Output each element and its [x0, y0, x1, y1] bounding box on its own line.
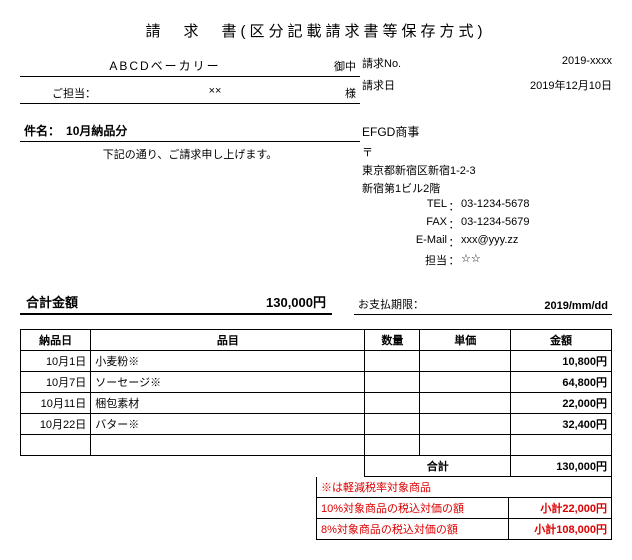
table-row: 10月11日梱包素材 22,000円: [21, 393, 612, 414]
fax-value: 03-1234-5679: [461, 216, 530, 232]
cell-date: 10月7日: [21, 372, 91, 393]
table-row: 10月22日バター※ 32,400円: [21, 414, 612, 435]
header-price: 単価: [420, 330, 511, 351]
cell-date: [21, 435, 91, 456]
cell-qty: [365, 351, 420, 372]
person-label: 担当: [392, 252, 447, 268]
issuer-address2: 新宿第1ビル2階: [362, 180, 612, 196]
invoice-note: 下記の通り、ご請求申し上げます。: [20, 142, 360, 166]
table-row: 10月1日小麦粉※ 10,800円: [21, 351, 612, 372]
cell-item: 小麦粉※: [91, 351, 365, 372]
header-amount: 金額: [511, 330, 612, 351]
client-line: ABCDベーカリー 御中: [20, 55, 360, 77]
table-header-row: 納品日 品目 数量 単価 金額: [21, 330, 612, 351]
email-label: E-Mail: [392, 234, 447, 250]
contact-name: ××: [124, 85, 306, 101]
cell-qty: [365, 372, 420, 393]
sum-label: 合計: [365, 456, 511, 477]
contact-suffix: 様: [306, 85, 356, 101]
cell-price: [420, 351, 511, 372]
cell-amount: [511, 435, 612, 456]
client-contact-line: ご担当： ×× 様: [20, 83, 360, 104]
header-qty: 数量: [365, 330, 420, 351]
client-suffix: 御中: [306, 58, 356, 74]
issuer-address1: 東京都新宿区新宿1-2-3: [362, 162, 612, 178]
total-value: 130,000円: [116, 292, 326, 311]
cell-price: [420, 393, 511, 414]
cell-amount: 32,400円: [511, 414, 612, 435]
cell-item: バター※: [91, 414, 365, 435]
cell-qty: [365, 414, 420, 435]
cell-price: [420, 372, 511, 393]
cell-price: [420, 435, 511, 456]
sum-row: 合計 130,000円: [21, 456, 612, 477]
person-value: ☆☆: [461, 252, 481, 268]
tel-label: TEL: [392, 198, 447, 214]
cell-date: 10月1日: [21, 351, 91, 372]
cell-item: ソーセージ※: [91, 372, 365, 393]
document-title: 請 求 書(区分記載請求書等保存方式): [20, 20, 612, 41]
fax-label: FAX: [392, 216, 447, 232]
issuer-company: EFGD商事: [362, 123, 612, 140]
contact-label: ご担当：: [24, 85, 124, 101]
due-line: お支払期限： 2019/mm/dd: [354, 290, 612, 315]
cell-item: [91, 435, 365, 456]
client-name: ABCDベーカリー: [24, 57, 306, 74]
header-date: 納品日: [21, 330, 91, 351]
table-row: [21, 435, 612, 456]
email-value: xxx@yyy.zz: [461, 234, 518, 250]
cell-qty: [365, 435, 420, 456]
due-value: 2019/mm/dd: [448, 300, 608, 312]
cell-qty: [365, 393, 420, 414]
cell-amount: 10,800円: [511, 351, 612, 372]
invoice-number-value: 2019-xxxx: [432, 55, 612, 71]
subject-line: 件名： 10月納品分: [20, 120, 360, 142]
header-item: 品目: [91, 330, 365, 351]
invoice-date-value: 2019年12月10日: [432, 77, 612, 93]
cell-date: 10月22日: [21, 414, 91, 435]
tel-value: 03-1234-5678: [461, 198, 530, 214]
subject-value: 10月納品分: [66, 122, 127, 139]
tax10-value: 小計22,000円: [509, 498, 612, 519]
total-line: 合計金額 130,000円: [20, 290, 332, 315]
postal-mark: 〒: [362, 144, 612, 160]
sum-value: 130,000円: [511, 456, 612, 477]
invoice-number-label: 請求No.: [362, 55, 432, 71]
cell-amount: 22,000円: [511, 393, 612, 414]
table-row: 10月7日ソーセージ※ 64,800円: [21, 372, 612, 393]
cell-date: 10月11日: [21, 393, 91, 414]
tax10-label: 10%対象商品の税込対価の額: [317, 498, 509, 519]
cell-amount: 64,800円: [511, 372, 612, 393]
tax-note-reduced: ※は軽減税率対象商品: [317, 477, 612, 498]
total-label: 合計金額: [26, 292, 116, 311]
due-label: お支払期限：: [358, 296, 448, 312]
cell-price: [420, 414, 511, 435]
subject-label: 件名：: [24, 122, 60, 139]
invoice-date-label: 請求日: [362, 77, 432, 93]
cell-item: 梱包素材: [91, 393, 365, 414]
issuer-block: EFGD商事 〒 東京都新宿区新宿1-2-3 新宿第1ビル2階 TEL：03-1…: [362, 123, 612, 268]
tax-notes-table: ※は軽減税率対象商品 10%対象商品の税込対価の額 小計22,000円 8%対象…: [316, 477, 612, 540]
items-table: 納品日 品目 数量 単価 金額 10月1日小麦粉※10,800円10月7日ソーセ…: [20, 329, 612, 477]
